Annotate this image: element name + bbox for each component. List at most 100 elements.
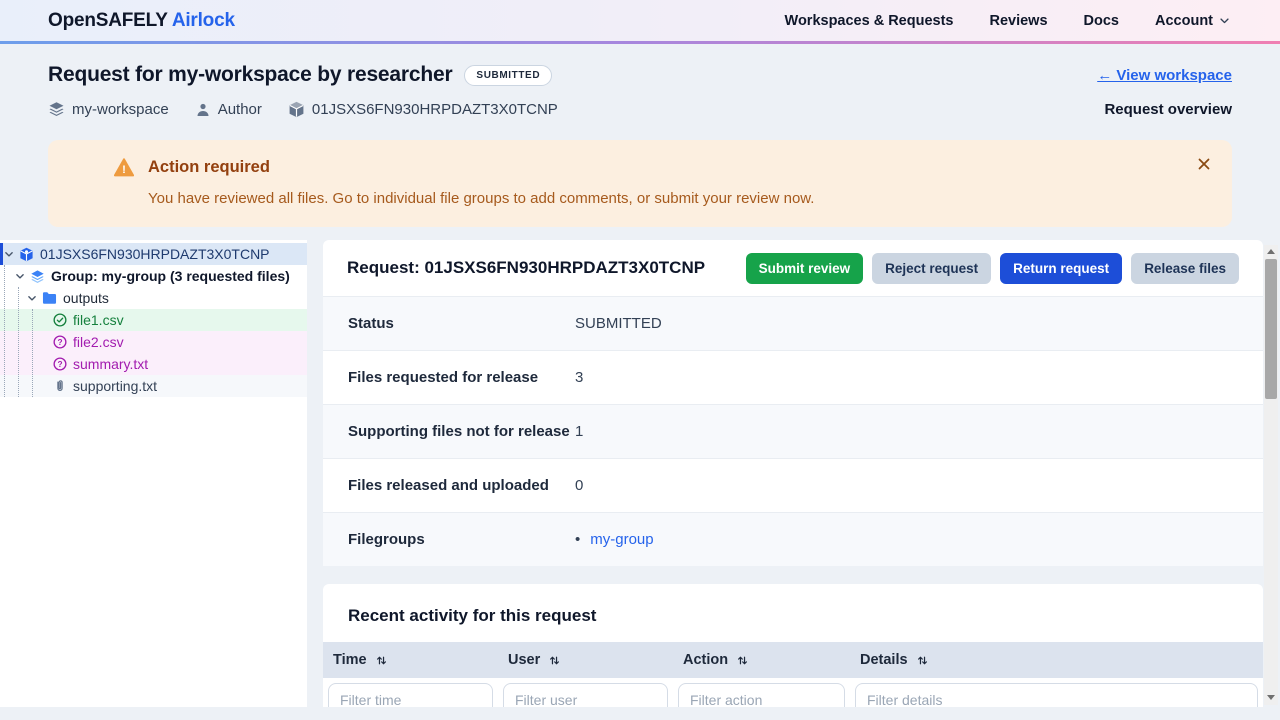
chevron-down-icon[interactable] xyxy=(4,249,14,259)
status-badge: SUBMITTED xyxy=(464,65,552,86)
tree-file-file2[interactable]: ? file2.csv xyxy=(0,331,307,353)
question-circle-icon: ? xyxy=(53,357,67,371)
request-overview-card: Request: 01JSXS6FN930HRPDAZT3X0TCNP Subm… xyxy=(323,240,1263,566)
check-circle-icon xyxy=(53,313,67,327)
layers-icon xyxy=(48,101,65,118)
filegroup-link[interactable]: my-group xyxy=(590,531,653,548)
nav-account-menu[interactable]: Account xyxy=(1155,13,1230,29)
tree-file-label: supporting.txt xyxy=(73,378,157,394)
sort-icon[interactable] xyxy=(916,654,929,667)
meta-workspace-label: my-workspace xyxy=(72,101,169,118)
row-label: Supporting files not for release xyxy=(348,423,575,440)
overview-row-status: Status SUBMITTED xyxy=(323,296,1263,350)
layers-icon xyxy=(30,269,45,284)
svg-text:?: ? xyxy=(57,359,62,369)
page-header: Request for my-workspace by researcher S… xyxy=(0,44,1280,227)
filter-user-input[interactable] xyxy=(503,683,668,707)
meta-workspace: my-workspace xyxy=(48,101,169,118)
row-label: Filegroups xyxy=(348,531,575,548)
activity-table-header: Time User Action Details xyxy=(323,642,1263,678)
brand-logo[interactable]: OpenSAFELY Airlock xyxy=(48,10,235,32)
file-tree-sidebar: 01JSXS6FN930HRPDAZT3X0TCNP Group: my-gro… xyxy=(0,240,307,707)
close-icon[interactable] xyxy=(1192,152,1216,176)
alert-message: You have reviewed all files. Go to indiv… xyxy=(148,190,1192,207)
tree-group-label: Group: my-group (3 requested files) xyxy=(51,268,290,284)
main-region: Request: 01JSXS6FN930HRPDAZT3X0TCNP Subm… xyxy=(307,240,1280,707)
row-value: SUBMITTED xyxy=(575,315,662,332)
row-label: Files released and uploaded xyxy=(348,477,575,494)
column-header-details[interactable]: Details xyxy=(855,642,1258,678)
column-label: Time xyxy=(333,652,367,668)
brand-primary: OpenSAFELY xyxy=(48,10,167,31)
tree-root-request[interactable]: 01JSXS6FN930HRPDAZT3X0TCNP xyxy=(0,243,307,265)
question-circle-icon: ? xyxy=(53,335,67,349)
nav-workspaces-requests[interactable]: Workspaces & Requests xyxy=(785,13,954,29)
paperclip-icon xyxy=(53,379,67,393)
sort-icon[interactable] xyxy=(548,654,561,667)
return-request-button[interactable]: Return request xyxy=(1000,253,1122,284)
warning-icon: ! xyxy=(114,158,134,177)
chevron-down-icon[interactable] xyxy=(15,271,25,281)
alert-title: Action required xyxy=(148,158,1192,177)
column-header-time[interactable]: Time xyxy=(328,642,493,678)
release-files-button[interactable]: Release files xyxy=(1131,253,1239,284)
sort-icon[interactable] xyxy=(375,654,388,667)
overview-row-filegroups: Filegroups • my-group xyxy=(323,512,1263,566)
list-bullet: • xyxy=(575,531,580,548)
column-header-user[interactable]: User xyxy=(503,642,668,678)
tree-root-label: 01JSXS6FN930HRPDAZT3X0TCNP xyxy=(40,246,270,262)
main-scrollbar[interactable] xyxy=(1264,245,1278,705)
column-label: User xyxy=(508,652,540,668)
reject-request-button[interactable]: Reject request xyxy=(872,253,991,284)
tree-indent-guide xyxy=(4,265,5,397)
sort-icon[interactable] xyxy=(736,654,749,667)
tree-group-my-group[interactable]: Group: my-group (3 requested files) xyxy=(0,265,307,287)
tree-file-summary[interactable]: ? summary.txt xyxy=(0,353,307,375)
brand-accent: Airlock xyxy=(172,10,235,31)
column-label: Details xyxy=(860,652,908,668)
row-value: 3 xyxy=(575,369,583,386)
scroll-up-arrow[interactable] xyxy=(1264,245,1278,257)
nav-reviews[interactable]: Reviews xyxy=(989,13,1047,29)
filter-time-input[interactable] xyxy=(328,683,493,707)
scrollbar-thumb[interactable] xyxy=(1265,259,1277,399)
content-area: 01JSXS6FN930HRPDAZT3X0TCNP Group: my-gro… xyxy=(0,240,1280,707)
activity-heading: Recent activity for this request xyxy=(323,584,1263,642)
column-label: Action xyxy=(683,652,728,668)
overview-row-files-requested: Files requested for release 3 xyxy=(323,350,1263,404)
svg-text:!: ! xyxy=(122,164,126,176)
recent-activity-card: Recent activity for this request Time Us… xyxy=(323,584,1263,707)
row-label: Files requested for release xyxy=(348,369,575,386)
tree-file-label: file1.csv xyxy=(73,312,124,328)
tree-file-supporting[interactable]: supporting.txt xyxy=(0,375,307,397)
request-heading: Request: 01JSXS6FN930HRPDAZT3X0TCNP xyxy=(347,258,705,278)
nav-docs[interactable]: Docs xyxy=(1084,13,1119,29)
request-cube-icon xyxy=(19,247,34,262)
submit-review-button[interactable]: Submit review xyxy=(746,253,864,284)
chevron-down-icon xyxy=(1219,15,1230,26)
cube-icon xyxy=(288,101,305,118)
tree-indent-guide xyxy=(32,309,33,397)
request-overview-label: Request overview xyxy=(1104,101,1232,118)
main-nav: Workspaces & Requests Reviews Docs Accou… xyxy=(785,13,1230,29)
filter-details-input[interactable] xyxy=(855,683,1258,707)
meta-author-label: Author xyxy=(218,101,262,118)
view-workspace-link[interactable]: ← View workspace xyxy=(1097,67,1232,84)
column-header-action[interactable]: Action xyxy=(678,642,845,678)
overview-row-files-released: Files released and uploaded 0 xyxy=(323,458,1263,512)
tree-folder-outputs[interactable]: outputs xyxy=(0,287,307,309)
top-navbar: OpenSAFELY Airlock Workspaces & Requests… xyxy=(0,0,1280,44)
row-value: 0 xyxy=(575,477,583,494)
meta-request-id: 01JSXS6FN930HRPDAZT3X0TCNP xyxy=(288,101,558,118)
scroll-down-arrow[interactable] xyxy=(1264,691,1278,703)
meta-author: Author xyxy=(195,101,262,118)
page-title: Request for my-workspace by researcher xyxy=(48,63,452,87)
nav-account-label: Account xyxy=(1155,13,1213,29)
filter-action-input[interactable] xyxy=(678,683,845,707)
svg-text:?: ? xyxy=(57,337,62,347)
meta-request-id-label: 01JSXS6FN930HRPDAZT3X0TCNP xyxy=(312,101,558,118)
row-value: 1 xyxy=(575,423,583,440)
chevron-down-icon[interactable] xyxy=(27,293,37,303)
tree-file-file1[interactable]: file1.csv xyxy=(0,309,307,331)
row-label: Status xyxy=(348,315,575,332)
